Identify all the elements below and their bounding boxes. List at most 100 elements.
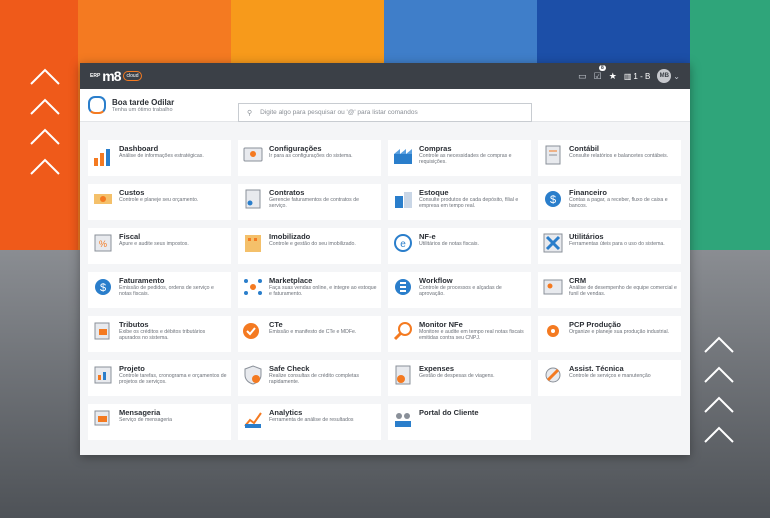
module-card[interactable]: Analytics Ferramenta de análise de result… bbox=[238, 404, 381, 440]
module-card[interactable]: Workflow Controle de processos e alçadas … bbox=[388, 272, 531, 308]
module-card[interactable]: Contábil Consulte relatórios e balancetes… bbox=[538, 140, 681, 176]
tax-docs-icon bbox=[94, 322, 110, 340]
module-card[interactable]: Imobilizado Controle e gestão do seu imob… bbox=[238, 228, 381, 264]
module-description: Controle de serviços e manutenção bbox=[569, 373, 651, 379]
percent-icon: % bbox=[94, 234, 112, 252]
module-title: Workflow bbox=[419, 276, 453, 285]
module-card[interactable]: CTe Emissão e manifesto de CTe e MDFe. bbox=[238, 316, 381, 352]
chevrons-right-decoration bbox=[704, 336, 734, 443]
module-card[interactable]: Expenses Gestão de despesas de viagens. bbox=[388, 360, 531, 396]
module-description: Realize consultas de crédito completas r… bbox=[269, 373, 359, 385]
company-selector[interactable]: ▥ 1 - B bbox=[624, 72, 650, 81]
module-card[interactable]: Assist. Técnica Controle de serviços e ma… bbox=[538, 360, 681, 396]
module-card[interactable]: $ Faturamento Emissão de pedidos, ordens d… bbox=[88, 272, 231, 308]
building-icon bbox=[245, 235, 261, 252]
module-title: CTe bbox=[269, 320, 283, 329]
module-description: Consulte relatórios e balancetes contábe… bbox=[569, 153, 669, 159]
module-card[interactable]: Projeto Controle tarefas, cronograma e or… bbox=[88, 360, 231, 396]
module-card[interactable]: $ Financeiro Contas a pagar, a receber, fl… bbox=[538, 184, 681, 220]
greeting-subtitle: Tenha um ótimo trabalho bbox=[112, 106, 173, 113]
module-title: PCP Produção bbox=[569, 320, 621, 329]
module-card[interactable]: Tributos Exibe os créditos e débitos trib… bbox=[88, 316, 231, 352]
greeting-icon bbox=[88, 96, 106, 114]
module-description: Emissão de pedidos, ordens de serviço e … bbox=[119, 285, 214, 297]
logo-erp: ERP bbox=[90, 73, 101, 79]
module-title: Contratos bbox=[269, 188, 305, 197]
app-logo[interactable]: ERP m8 cloud bbox=[90, 68, 143, 84]
module-description: Ferramenta de análise de resultados bbox=[269, 417, 354, 423]
dollar-circle-icon: $ bbox=[95, 279, 111, 295]
module-card[interactable]: PCP Produção Organize e planeje sua produ… bbox=[538, 316, 681, 352]
search-input[interactable]: Digite algo para pesquisar ou '@' para l… bbox=[260, 109, 418, 116]
search-box[interactable]: ⚲ Digite algo para pesquisar ou '@' para… bbox=[238, 103, 532, 122]
module-title: Faturamento bbox=[119, 276, 165, 285]
module-card[interactable]: Safe Check Realize consultas de crédito c… bbox=[238, 360, 381, 396]
crm-card-icon bbox=[543, 279, 563, 295]
chevrons-left-decoration bbox=[30, 68, 60, 175]
module-description: Apure e audite seus impostos. bbox=[119, 241, 189, 247]
module-description: Gerencie faturamentos de contratos de se… bbox=[269, 197, 359, 209]
module-title: Imobilizado bbox=[269, 232, 311, 241]
module-title: Estoque bbox=[419, 188, 449, 197]
module-description: Análise de desempenho de equipe comercia… bbox=[569, 285, 677, 297]
module-card[interactable]: e NF-e Utilitários de notas fiscais. bbox=[388, 228, 531, 264]
module-title: Custos bbox=[119, 188, 145, 197]
module-description: Controle tarefas, cronograma e orçamento… bbox=[119, 373, 227, 385]
module-description: Controle e planeje seu orçamento. bbox=[119, 197, 199, 203]
warehouse-icon bbox=[395, 192, 412, 208]
magnifier-icon bbox=[393, 322, 412, 341]
module-title: NF-e bbox=[419, 232, 436, 241]
module-description: Utilitários de notas fiscais. bbox=[419, 241, 479, 247]
bar-chart-icon bbox=[94, 149, 110, 166]
technician-icon bbox=[545, 367, 561, 383]
module-card[interactable]: Estoque Consulte produtos de cada depósit… bbox=[388, 184, 531, 220]
document-ledger-icon bbox=[545, 145, 561, 165]
top-bar: ERP m8 cloud ▭ ☑ 8 ★ ▥ 1 - B MB ⌄ bbox=[80, 63, 690, 89]
project-chart-icon bbox=[94, 366, 112, 384]
star-icon[interactable]: ★ bbox=[609, 71, 617, 82]
avatar: MB bbox=[657, 69, 672, 83]
user-menu[interactable]: MB ⌄ bbox=[657, 69, 680, 83]
module-title: Compras bbox=[419, 144, 452, 153]
module-description: Emissão e manifesto de CTe e MDFe. bbox=[269, 329, 357, 335]
contract-icon bbox=[245, 189, 261, 209]
chat-icon[interactable]: ▭ bbox=[578, 71, 587, 82]
module-description: Serviço de mensageria bbox=[119, 417, 173, 423]
settings-screen-icon bbox=[243, 147, 263, 162]
app-window: ERP m8 cloud ▭ ☑ 8 ★ ▥ 1 - B MB ⌄ Boa tar… bbox=[80, 63, 690, 455]
chevron-down-icon: ⌄ bbox=[673, 71, 680, 81]
module-title: Analytics bbox=[269, 408, 303, 417]
module-title: Fiscal bbox=[119, 232, 141, 241]
module-card[interactable]: Utilitários Ferramentas úteis para o uso … bbox=[538, 228, 681, 264]
notification-icon[interactable]: ☑ 8 bbox=[594, 64, 606, 82]
module-title: Expenses bbox=[419, 364, 455, 373]
module-description: Controle de processos e alçadas de aprov… bbox=[419, 285, 502, 297]
module-card[interactable]: Portal do Cliente bbox=[388, 404, 531, 440]
svg-text:$: $ bbox=[100, 282, 106, 294]
module-title: Assist. Técnica bbox=[569, 364, 624, 373]
logo-cloud: cloud bbox=[122, 71, 143, 81]
module-description: Ferramentas úteis para o uso do sistema. bbox=[569, 241, 665, 247]
module-title: Monitor NFe bbox=[419, 320, 463, 329]
module-card[interactable]: CRM Análise de desempenho de equipe comer… bbox=[538, 272, 681, 308]
module-title: Mensageria bbox=[119, 408, 161, 417]
module-description: Gestão de despesas de viagens. bbox=[419, 373, 495, 379]
module-card[interactable]: Contratos Gerencie faturamentos de contra… bbox=[238, 184, 381, 220]
module-grid: Dashboard Análise de informações estratég… bbox=[88, 140, 681, 440]
delivery-truck-icon bbox=[243, 323, 259, 339]
module-card[interactable]: Marketplace Faça suas vendas online, e in… bbox=[238, 272, 381, 308]
module-card[interactable]: % Fiscal Apure e audite seus impostos. bbox=[88, 228, 231, 264]
module-title: Tributos bbox=[119, 320, 149, 329]
dollar-coin-icon: $ bbox=[545, 191, 561, 207]
module-card[interactable]: Dashboard Análise de informações estratég… bbox=[88, 140, 231, 176]
building-icon: ▥ bbox=[623, 71, 632, 81]
module-title: Dashboard bbox=[119, 144, 159, 153]
module-card[interactable]: Compras Controle as necessidades de compr… bbox=[388, 140, 531, 176]
search-icon: ⚲ bbox=[247, 109, 253, 117]
module-card[interactable]: Mensageria Serviço de mensageria bbox=[88, 404, 231, 440]
module-card[interactable]: Monitor NFe Monitore e audite em tempo re… bbox=[388, 316, 531, 352]
module-title: Financeiro bbox=[569, 188, 607, 197]
module-card[interactable]: Custos Controle e planeje seu orçamento. bbox=[88, 184, 231, 220]
notification-badge: 8 bbox=[598, 64, 606, 71]
module-card[interactable]: Configurações Ir para as configurações do… bbox=[238, 140, 381, 176]
